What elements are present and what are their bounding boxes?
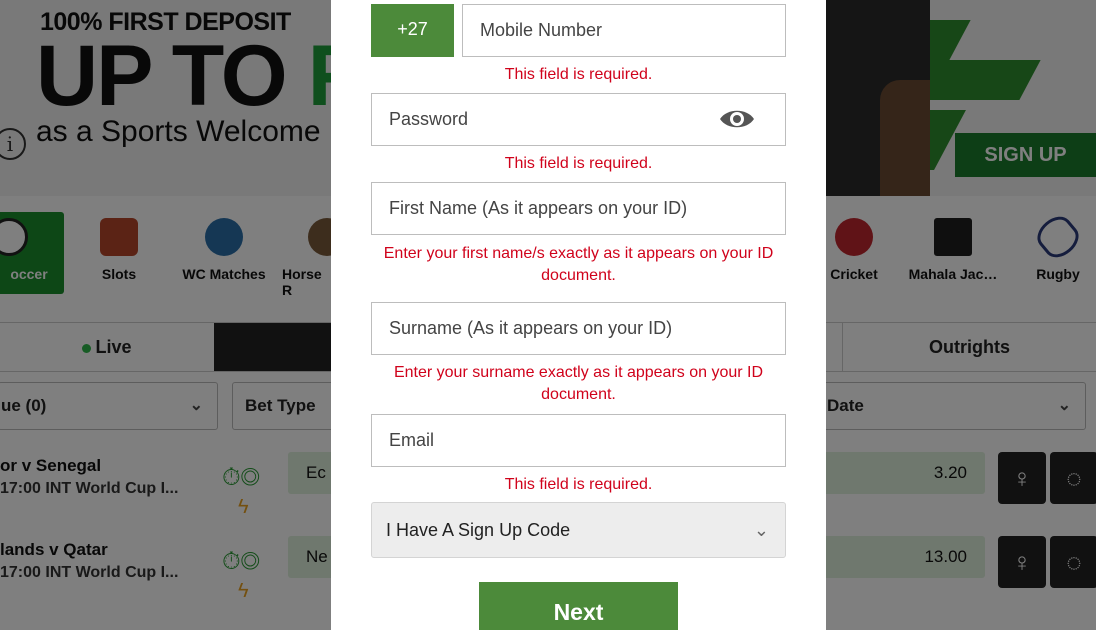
email-error: This field is required. (504, 476, 653, 493)
mobile-number-row: +27 Mobile Number (371, 4, 786, 57)
first-name-input[interactable]: First Name (As it appears on your ID) (371, 182, 786, 235)
country-code-button[interactable]: +27 (371, 4, 454, 57)
surname-error: Enter your surname exactly as it appears… (393, 364, 764, 403)
next-button[interactable]: Next (479, 582, 678, 630)
password-error: This field is required. (504, 155, 653, 172)
signup-code-select[interactable]: I Have A Sign Up Code ⌄ (371, 502, 786, 558)
chevron-down-icon: ⌄ (753, 520, 769, 540)
password-placeholder: Password (389, 109, 469, 129)
password-input[interactable]: Password (371, 93, 786, 146)
eye-icon[interactable] (719, 107, 755, 131)
registration-modal: +27 Mobile Number This field is required… (331, 0, 826, 630)
signup-code-label: I Have A Sign Up Code (386, 520, 571, 540)
email-input[interactable]: Email (371, 414, 786, 467)
surname-input[interactable]: Surname (As it appears on your ID) (371, 302, 786, 355)
mobile-error: This field is required. (504, 66, 653, 83)
mobile-number-input[interactable]: Mobile Number (462, 4, 786, 57)
first-name-error: Enter your first name/s exactly as it ap… (383, 245, 774, 284)
